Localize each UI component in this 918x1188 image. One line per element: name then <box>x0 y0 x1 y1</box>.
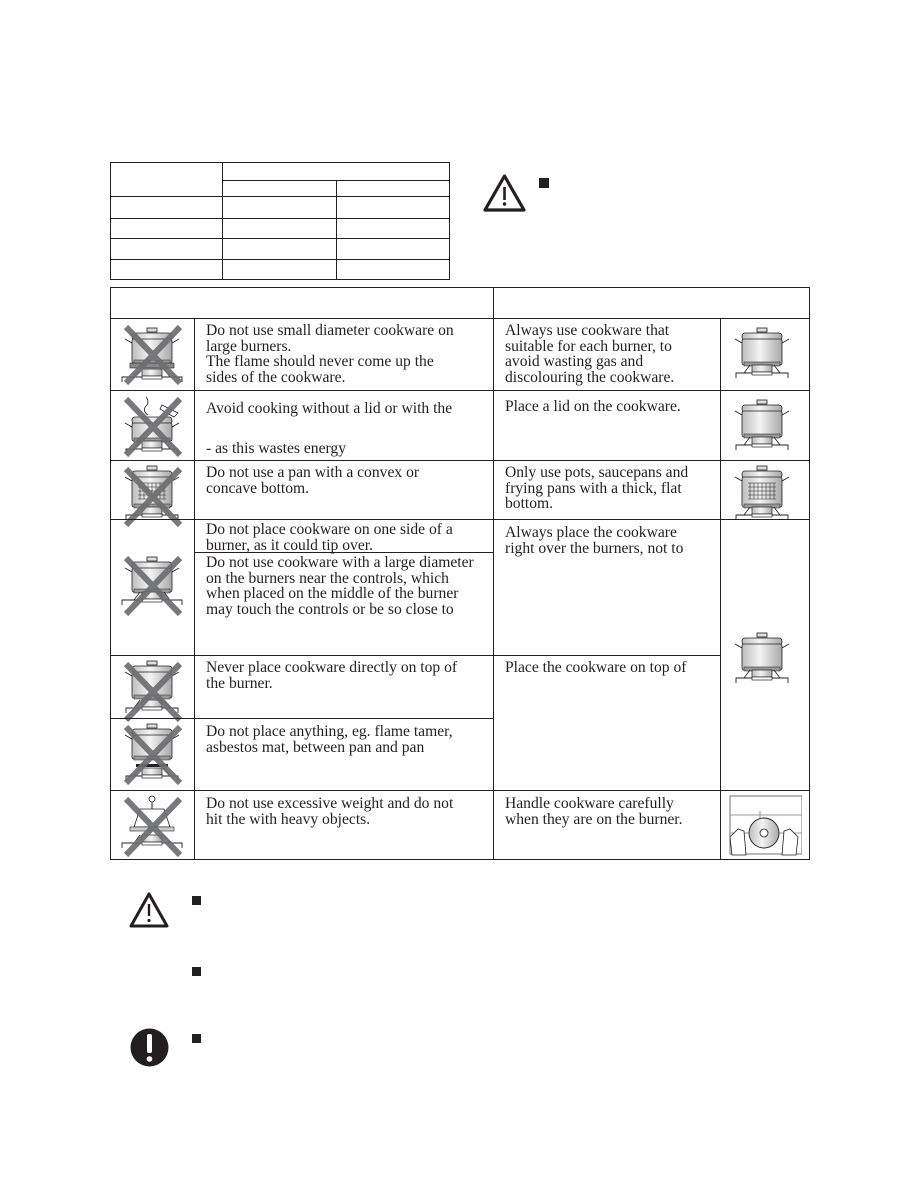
header-right <box>493 287 810 319</box>
right-text: Only use pots, saucepans and frying pans… <box>505 464 689 512</box>
wrong-text: Do not place cookware on one side of a b… <box>206 521 453 554</box>
pot-centered-on-burner-icon <box>724 626 802 692</box>
wrong-icon-cell <box>110 519 195 656</box>
wrong-text-cell: Do not place cookware on one side of a b… <box>194 519 494 553</box>
wrong-text-cell: Do not use excessive weight and do not h… <box>194 790 494 860</box>
right-text-cell: Only use pots, saucepans and frying pans… <box>493 460 721 520</box>
right-text-cell: Place a lid on the cookware. <box>493 390 721 461</box>
bullet-square <box>192 967 201 976</box>
table-cell <box>222 238 337 260</box>
pot-small-on-large-burner-crossed-icon <box>114 321 192 387</box>
right-icon-cell <box>720 519 810 791</box>
bullet-square <box>539 178 549 188</box>
pot-off-center-crossed-icon <box>114 552 192 618</box>
wrong-icon-cell <box>110 318 195 391</box>
right-text: Place the cookware on top of <box>505 659 687 676</box>
table-cell <box>336 218 450 239</box>
wrong-text: Do not use cookware with a large diamete… <box>206 554 474 618</box>
pot-correct-size-icon <box>724 321 802 387</box>
table-cell <box>110 196 223 219</box>
table-cell <box>110 218 223 239</box>
pot-without-lid-crossed-icon <box>114 393 192 459</box>
wrong-text-cell: Do not use small diameter cookware on la… <box>194 318 494 391</box>
right-icon-cell <box>720 790 810 860</box>
table-cell <box>110 259 223 280</box>
right-text-cell: Always place the cookware right over the… <box>493 519 721 656</box>
wrong-text-cell: Do not use a pan with a convex or concav… <box>194 460 494 520</box>
right-icon-cell <box>720 318 810 391</box>
bullet-square <box>192 896 201 905</box>
exclamation-circle-icon <box>130 1028 169 1067</box>
burner-table-subheader <box>222 180 337 197</box>
wrong-icon-cell <box>110 655 195 723</box>
table-cell <box>336 196 450 219</box>
wrong-text-cell: Avoid cooking without a lid or with the … <box>194 390 494 461</box>
wrong-text: Never place cookware directly on top of … <box>206 659 458 692</box>
right-text-cell: Place the cookware on top of <box>493 655 721 791</box>
pot-with-flame-tamer-crossed-icon <box>114 721 192 787</box>
pot-with-lid-icon <box>724 393 802 459</box>
wrong-icon-cell <box>110 390 195 461</box>
burner-table-header-merged <box>222 162 450 181</box>
warning-triangle-icon <box>128 891 170 929</box>
wrong-text: Do not use small diameter cookware on la… <box>206 322 454 386</box>
wrong-text-cell: Never place cookware directly on top of … <box>194 655 494 719</box>
wrong-text: Do not place anything, eg. flame tamer, … <box>206 723 453 756</box>
right-text-cell: Always use cookware that suitable for ea… <box>493 318 721 391</box>
table-cell <box>336 238 450 260</box>
right-icon-cell <box>720 390 810 461</box>
table-cell <box>222 259 337 280</box>
pot-directly-on-burner-crossed-icon <box>114 658 192 724</box>
wrong-text: Do not use excessive weight and do not h… <box>206 795 454 828</box>
right-text: Handle cookware carefully when they are … <box>505 795 683 828</box>
table-cell <box>110 238 223 260</box>
right-text: Always use cookware that suitable for ea… <box>505 322 675 386</box>
right-text: Place a lid on the cookware. <box>505 398 681 415</box>
wrong-icon-cell <box>110 460 195 528</box>
right-text-cell: Handle cookware carefully when they are … <box>493 790 721 860</box>
right-icon-cell <box>720 460 810 520</box>
bullet-square <box>192 1034 201 1043</box>
table-cell <box>336 259 450 280</box>
burner-table-header-left <box>110 162 223 197</box>
header-wrong <box>110 287 494 319</box>
right-text: Always place the cookware right over the… <box>505 524 684 557</box>
wrong-text-cell: Do not place anything, eg. flame tamer, … <box>194 718 494 791</box>
table-cell <box>222 218 337 239</box>
wrong-icon-cell <box>110 718 195 791</box>
warning-triangle-icon <box>482 173 527 213</box>
wrong-text: Avoid cooking without a lid or with the … <box>206 400 453 457</box>
table-cell <box>222 196 337 219</box>
wrong-text: Do not use a pan with a convex or concav… <box>206 464 420 497</box>
excessive-weight-crossed-icon <box>114 793 192 859</box>
wrong-icon-cell <box>110 790 195 860</box>
wrong-text-cell: Do not use cookware with a large diamete… <box>194 552 494 656</box>
burner-table-subheader <box>336 180 450 197</box>
hands-holding-pot-on-grid-icon <box>724 793 802 859</box>
